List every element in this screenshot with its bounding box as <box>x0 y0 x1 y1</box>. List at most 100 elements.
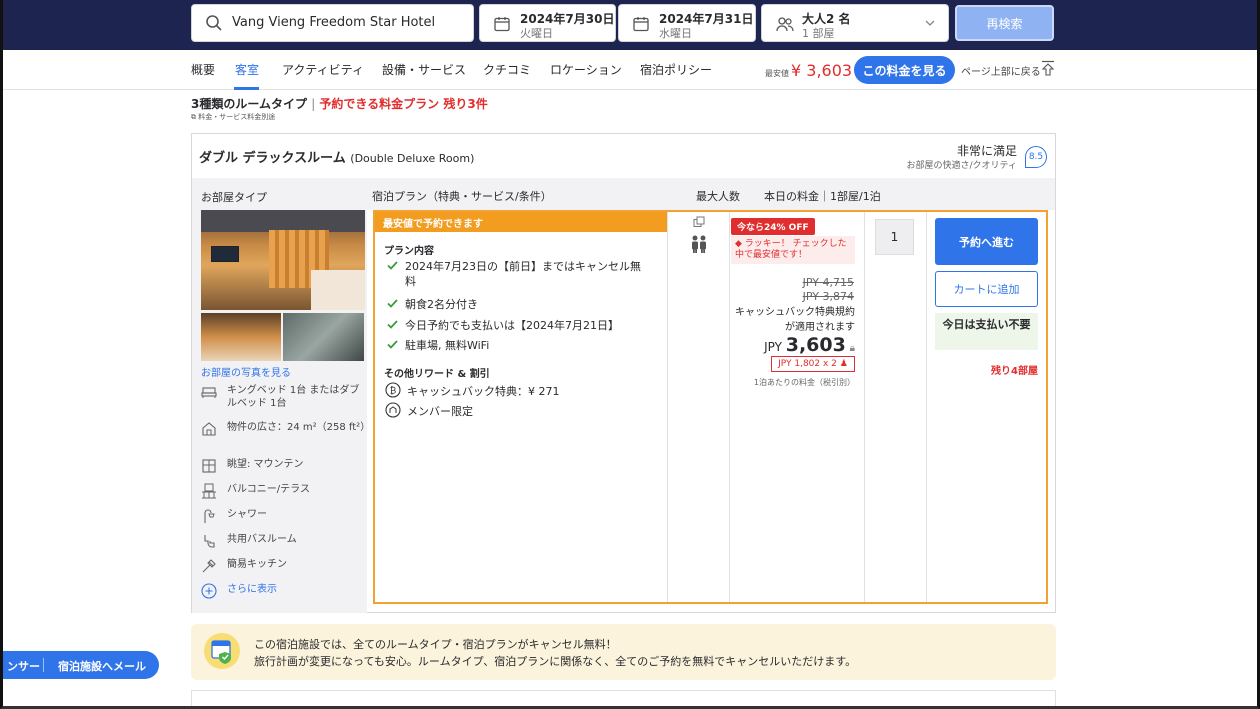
svg-text:₿: ₿ <box>390 386 397 397</box>
calendar-shield-icon <box>204 633 240 669</box>
checkin-field[interactable]: 2024年7月30日 火曜日 <box>479 4 616 42</box>
tab-location[interactable]: ロケーション <box>550 61 622 78</box>
rewards-title: その他リワード & 割引 <box>384 369 490 380</box>
feature-balcony: バルコニー/テラス <box>201 483 367 499</box>
tab-policies[interactable]: 宿泊ポリシー <box>640 61 712 78</box>
tab-rooms[interactable]: 客室 <box>235 61 259 78</box>
person-icon: ♟ <box>839 359 848 369</box>
room-quantity-select[interactable]: 1 <box>875 219 914 255</box>
plan-item-cancel: 2024年7月23日の【前日】まではキャンセル無料 <box>387 259 647 289</box>
column-price: 本日の料金｜1部屋/1泊 <box>764 190 881 203</box>
browser-viewport: Vang Vieng Freedom Star Hotel 2024年7月30日… <box>0 0 1260 709</box>
plan-item-text: 今日予約でも支払いは【2024年7月21日】 <box>405 319 619 332</box>
destination-field[interactable]: Vang Vieng Freedom Star Hotel <box>191 4 474 42</box>
final-price-value: 3,603 <box>785 334 846 356</box>
rating-label: 非常に満足 <box>956 144 1017 158</box>
floating-contact-bar: ンサー 宿泊施設へメール <box>3 651 159 679</box>
bed-icon <box>201 387 217 398</box>
check-icon <box>387 261 398 270</box>
lowest-price: ¥ 3,603 <box>791 61 853 80</box>
reward-text: キャッシュバック特典：¥ 271 <box>407 385 560 398</box>
rate-plan-box: 最安値で予約できます プラン内容 2024年7月23日の【前日】まではキャンセル… <box>373 210 1048 604</box>
feature-label: キングベッド 1台 またはダブルベッド 1台 <box>227 385 360 409</box>
original-price: JPY 4,715 <box>802 276 854 289</box>
feature-bed: キングベッド 1台 またはダブルベッド 1台 <box>201 384 367 410</box>
room-type-column: お部屋タイプ お部屋の写真を見る キングベッド 1台 またはダブルベッド 1台 … <box>192 178 371 613</box>
rating-sub: お部屋の快適さ/クオリティ <box>906 161 1018 171</box>
kitchen-icon <box>202 559 216 573</box>
checkin-day: 火曜日 <box>520 27 553 40</box>
back-to-top-link[interactable]: ページ上部に戻る <box>961 63 1041 78</box>
room-types-heading: 3種類のルームタイプ | 予約できる料金プラン 残り3件 <box>191 95 488 112</box>
checkout-day: 水曜日 <box>659 27 692 40</box>
tab-facilities[interactable]: 設備・サービス <box>382 61 466 78</box>
house-icon <box>202 422 216 436</box>
member-icon <box>385 402 401 418</box>
free-cancellation-notice: この宿泊施設では、全てのルームタイプ・宿泊プランがキャンセル無料！ 旅行計画が変… <box>191 624 1056 680</box>
window-icon <box>202 459 216 473</box>
reward-cashback: ₿ キャッシュバック特典：¥ 271 <box>385 382 560 399</box>
show-more-row[interactable]: さらに表示 <box>201 583 367 599</box>
see-photos-link[interactable]: お部屋の写真を見る <box>201 364 291 379</box>
cashback-icon: ₿ <box>385 382 401 398</box>
plus-circle-icon <box>201 583 217 599</box>
notice-body: 旅行計画が変更になっても安心。ルームタイプ、宿泊プランに関係なく、全てのご予約を… <box>254 655 857 668</box>
fee-note: ⧉ 料金・サービス料金別途 <box>191 112 275 122</box>
heading-separator: | <box>311 97 316 111</box>
feature-size: 物件の広さ：24 m²（258 ft²） <box>201 421 371 436</box>
calendar-icon <box>494 17 510 32</box>
checkout-field[interactable]: 2024年7月31日 水曜日 <box>618 4 756 42</box>
next-room-card <box>191 690 1056 706</box>
room-types-count: 3種類のルームタイプ <box>191 97 307 111</box>
feature-label: 眺望: マウンテン <box>227 459 304 470</box>
book-button[interactable]: 予約へ進む <box>935 218 1038 265</box>
room-photo-main[interactable] <box>201 210 365 310</box>
lock-icon: 🔒︎ <box>849 343 855 354</box>
arrow-up-icon[interactable] <box>1041 60 1055 76</box>
room-photo-thumb[interactable] <box>201 313 281 361</box>
room-photo-thumb[interactable] <box>283 313 364 361</box>
plan-item-text: 朝食2名分付き <box>405 298 478 311</box>
column-room-type: お部屋タイプ <box>201 191 267 204</box>
plan-item-payment: 今日予約でも支払いは【2024年7月21日】 <box>387 318 619 333</box>
guests-field[interactable]: 大人2 名 1 部屋 <box>761 4 949 42</box>
tag-icon: ◆ <box>735 239 742 249</box>
recheck-button[interactable]: 再検索 <box>955 5 1054 41</box>
lowest-price-label: 最安値 <box>765 69 789 78</box>
feature-bathroom: 共用バスルーム <box>201 533 367 548</box>
check-icon <box>387 320 398 329</box>
tab-overview[interactable]: 概要 <box>191 61 215 78</box>
per-person-price: JPY 1,802 x 2 ♟ <box>771 356 855 372</box>
reward-member: メンバー限定 <box>385 402 473 419</box>
lucky-notice: ◆ ラッキー！ チェックした中で最安値です！ <box>731 236 855 264</box>
plan-item-breakfast: 朝食2名分付き <box>387 297 478 312</box>
calendar-icon <box>633 17 649 32</box>
fee-note-text: 料金・サービス料金別途 <box>198 113 276 121</box>
rooms-count: 1 部屋 <box>802 27 835 40</box>
plan-item-text: 2024年7月23日の【前日】まではキャンセル無料 <box>405 260 641 288</box>
destination-text: Vang Vieng Freedom Star Hotel <box>232 15 436 30</box>
room-name: ダブル デラックスルーム <box>199 151 346 166</box>
tab-activities[interactable]: アクティビティ <box>282 61 364 78</box>
balcony-icon <box>202 483 216 499</box>
final-price: JPY 3,603 🔒︎ <box>731 334 855 356</box>
show-more-link[interactable]: さらに表示 <box>227 583 367 596</box>
add-to-cart-button[interactable]: カートに追加 <box>935 271 1038 307</box>
email-property-button[interactable]: 宿泊施設へメール <box>58 658 146 674</box>
room-title: ダブル デラックスルーム (Double Deluxe Room) <box>199 147 474 166</box>
see-price-button[interactable]: この料金を見る <box>854 56 955 84</box>
chevron-down-icon <box>925 20 935 26</box>
currency: JPY <box>764 340 782 354</box>
feature-label: 物件の広さ：24 m²（258 ft²） <box>227 422 371 433</box>
room-name-en: (Double Deluxe Room) <box>350 152 475 165</box>
search-header: Vang Vieng Freedom Star Hotel 2024年7月30日… <box>3 0 1257 50</box>
copy-icon <box>693 216 705 227</box>
feature-label: 簡易キッチン <box>227 559 287 570</box>
member-price: JPY 3,874 <box>802 290 854 303</box>
messenger-button[interactable]: ンサー <box>7 658 40 674</box>
plans-left-text: 予約できる料金プラン 残り3件 <box>319 97 488 111</box>
plan-content-title: プラン内容 <box>384 246 434 257</box>
check-icon <box>387 299 398 308</box>
guests-icon <box>776 17 794 32</box>
tab-reviews[interactable]: クチコミ <box>483 61 531 78</box>
